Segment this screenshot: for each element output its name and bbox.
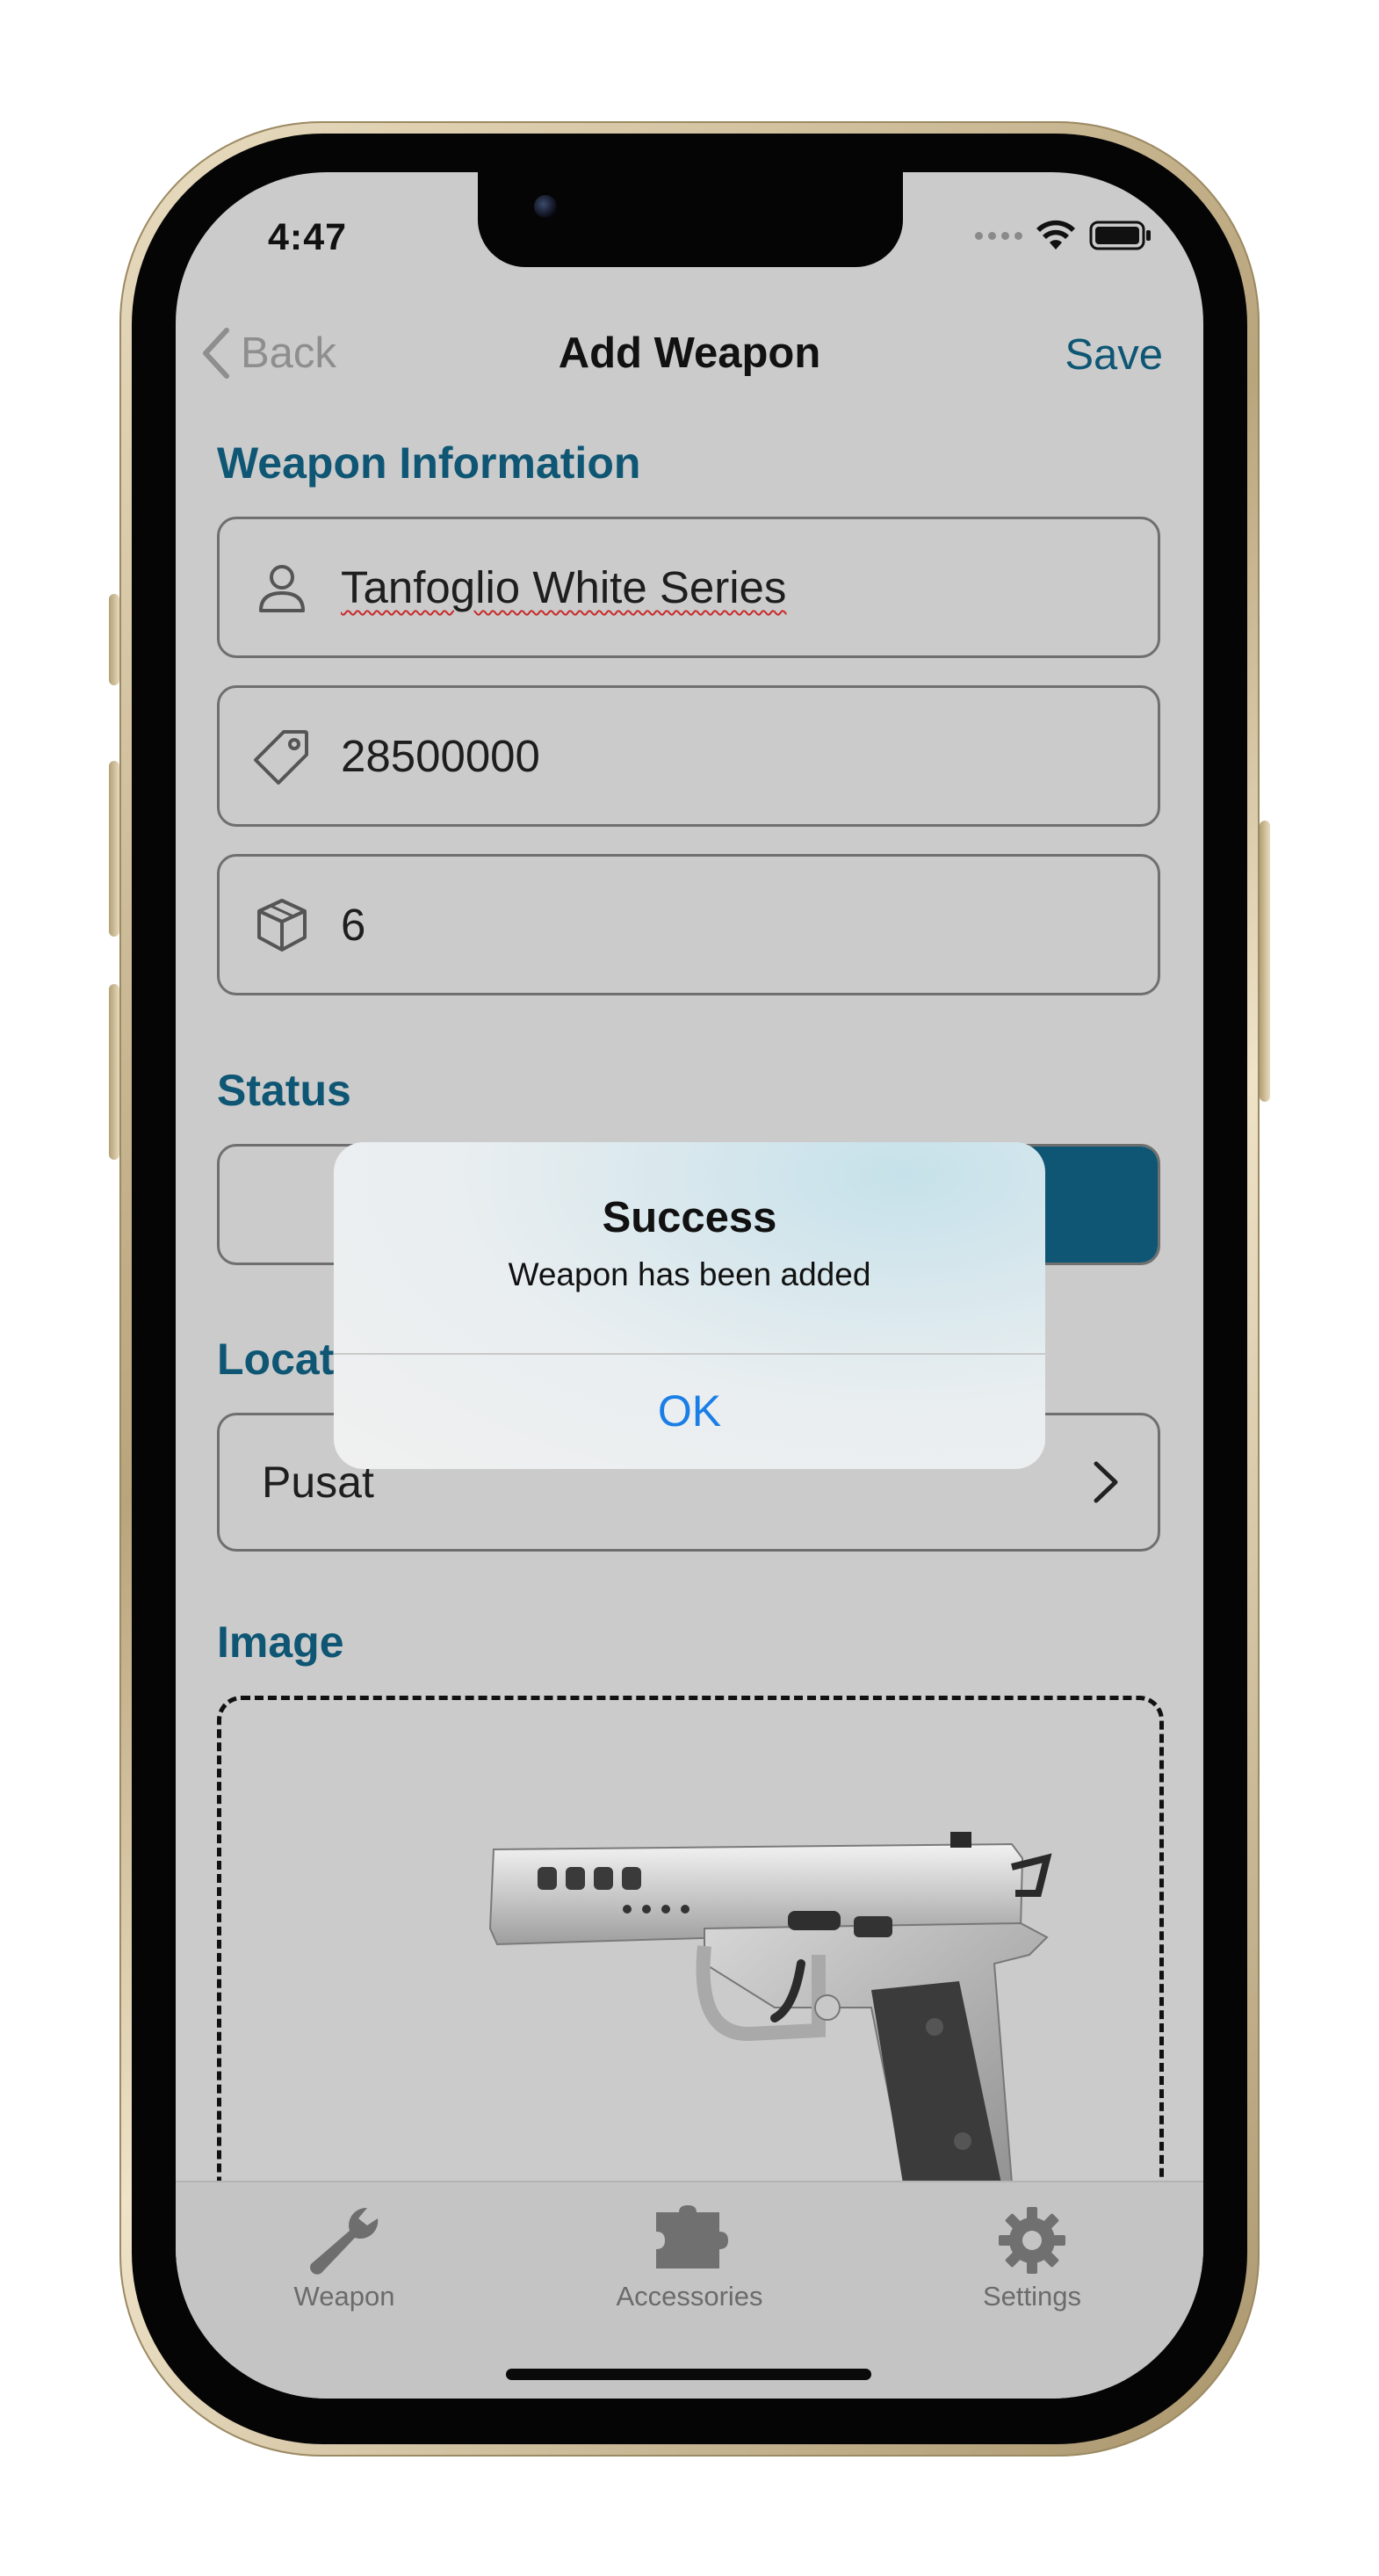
ok-button[interactable]: OK (334, 1353, 1045, 1469)
success-alert: Success Weapon has been added OK (334, 1142, 1045, 1469)
mute-switch (109, 594, 119, 685)
alert-message: Weapon has been added (508, 1256, 871, 1292)
alert-title: Success (602, 1194, 777, 1241)
power-button (1260, 821, 1270, 1102)
screen: 4:47 Back Add Weapon Save Weapon Informa… (176, 172, 1203, 2399)
volume-down-button (109, 984, 119, 1160)
volume-up-button (109, 761, 119, 937)
